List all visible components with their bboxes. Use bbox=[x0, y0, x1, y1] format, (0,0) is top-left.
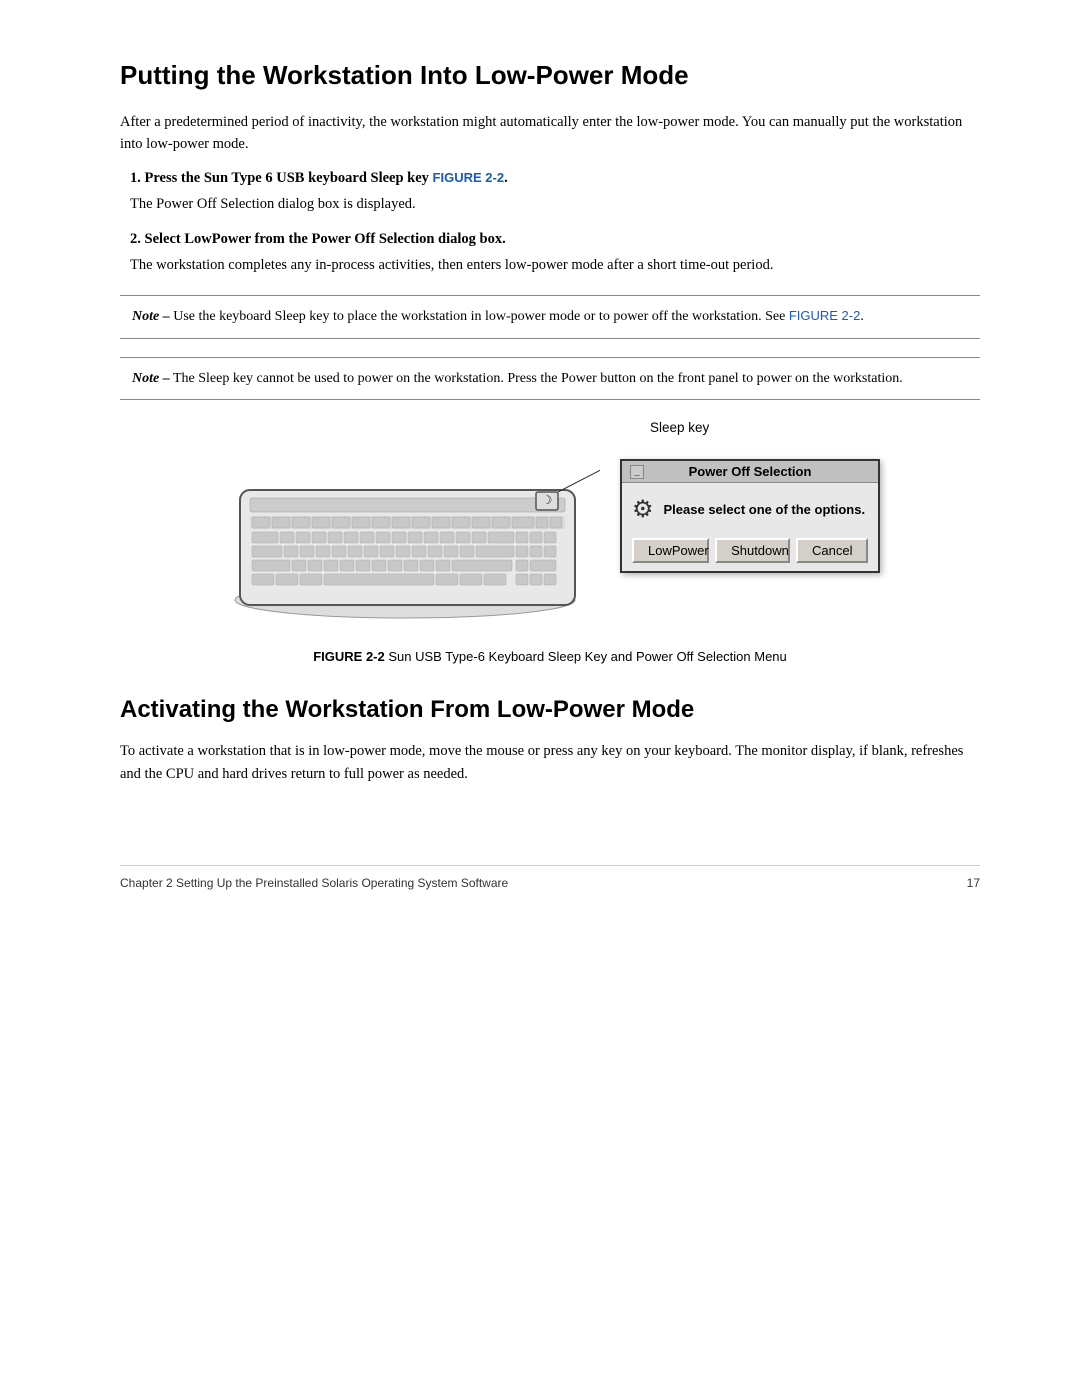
step-1-number: 1. bbox=[130, 170, 145, 186]
step-1: 1. Press the Sun Type 6 USB keyboard Sle… bbox=[130, 170, 980, 215]
footer-left: Chapter 2 Setting Up the Preinstalled So… bbox=[120, 876, 508, 890]
svg-text:☽: ☽ bbox=[542, 493, 553, 507]
footer: Chapter 2 Setting Up the Preinstalled So… bbox=[120, 865, 980, 890]
step-1-label: 1. Press the Sun Type 6 USB keyboard Sle… bbox=[130, 170, 980, 187]
dialog-body: ⚙ Please select one of the options. LowP… bbox=[622, 483, 878, 571]
note-1-link[interactable]: FIGURE 2-2 bbox=[789, 308, 861, 323]
step-1-label-pre: Press the Sun Type 6 USB keyboard Sleep … bbox=[145, 170, 433, 186]
section1-intro: After a predetermined period of inactivi… bbox=[120, 111, 980, 156]
note-1: Note – Use the keyboard Sleep key to pla… bbox=[120, 295, 980, 339]
step-2-label-text: Select LowPower from the Power Off Selec… bbox=[145, 231, 506, 247]
step-2: 2. Select LowPower from the Power Off Se… bbox=[130, 231, 980, 276]
figure-caption: FIGURE 2-2 Sun USB Type-6 Keyboard Sleep… bbox=[313, 649, 787, 664]
dialog-title: Power Off Selection bbox=[689, 464, 812, 479]
right-section: Sleep key _ Power Off Selection ⚙ Please… bbox=[620, 420, 880, 573]
note-1-suffix: . bbox=[860, 309, 864, 324]
section1-title: Putting the Workstation Into Low-Power M… bbox=[120, 60, 980, 91]
footer-right: 17 bbox=[967, 876, 980, 890]
dialog-minimize-btn[interactable]: _ bbox=[630, 465, 644, 479]
cancel-button[interactable]: Cancel bbox=[796, 538, 868, 563]
dialog-buttons: LowPower Shutdown Cancel bbox=[632, 538, 868, 563]
dialog-titlebar: _ Power Off Selection bbox=[622, 461, 878, 483]
power-off-dialog: _ Power Off Selection ⚙ Please select on… bbox=[620, 459, 880, 573]
note-2: Note – The Sleep key cannot be used to p… bbox=[120, 357, 980, 401]
keyboard-svg: ☽ bbox=[220, 430, 600, 630]
note-2-text: The Sleep key cannot be used to power on… bbox=[170, 371, 903, 386]
step-2-number: 2. bbox=[130, 231, 145, 247]
note-1-prefix: Note – bbox=[132, 309, 170, 324]
figure-inner: ☽ Sleep key _ Power Off Selection bbox=[120, 430, 980, 635]
figure-caption-bold: FIGURE 2-2 bbox=[313, 649, 385, 664]
keyboard-wrap: ☽ bbox=[220, 430, 610, 635]
section2: Activating the Workstation From Low-Powe… bbox=[120, 696, 980, 785]
step-1-label-post: . bbox=[504, 170, 508, 186]
step-1-body: The Power Off Selection dialog box is di… bbox=[130, 193, 980, 215]
step-2-label: 2. Select LowPower from the Power Off Se… bbox=[130, 231, 980, 248]
note-2-prefix: Note – bbox=[132, 371, 170, 386]
step-1-fig-link[interactable]: FIGURE 2-2 bbox=[433, 170, 505, 185]
section2-body: To activate a workstation that is in low… bbox=[120, 740, 980, 785]
section2-title: Activating the Workstation From Low-Powe… bbox=[120, 696, 980, 724]
shutdown-button[interactable]: Shutdown bbox=[715, 538, 790, 563]
dialog-message-text: Please select one of the options. bbox=[664, 502, 866, 517]
dialog-warning-icon: ⚙ bbox=[632, 495, 654, 524]
step-2-body: The workstation completes any in-process… bbox=[130, 254, 980, 276]
figure-caption-text: Sun USB Type-6 Keyboard Sleep Key and Po… bbox=[385, 649, 787, 664]
sleep-key-label: Sleep key bbox=[650, 420, 709, 435]
figure-area: ☽ Sleep key _ Power Off Selection bbox=[120, 430, 980, 664]
note-1-text: Use the keyboard Sleep key to place the … bbox=[170, 309, 789, 324]
lowpower-button[interactable]: LowPower bbox=[632, 538, 709, 563]
dialog-message-row: ⚙ Please select one of the options. bbox=[632, 495, 868, 524]
